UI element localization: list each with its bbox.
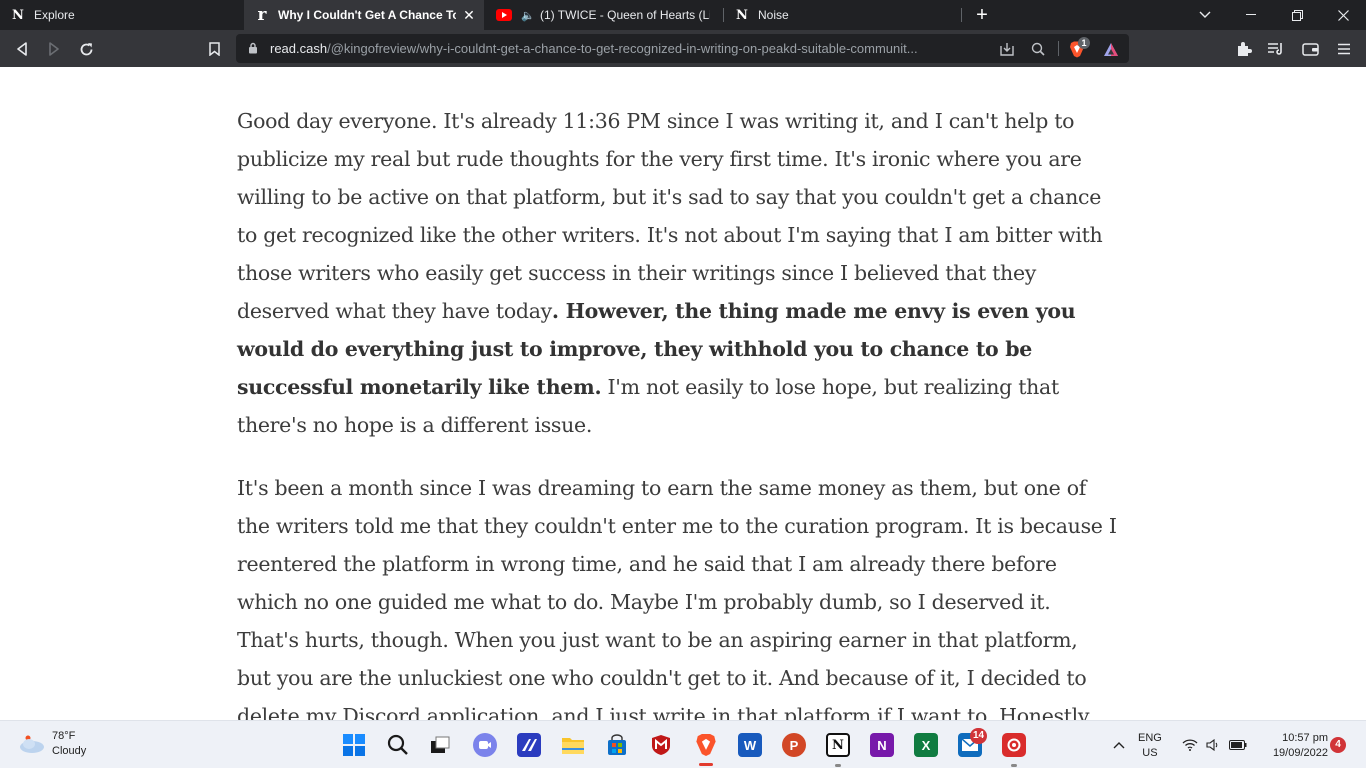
taskbar: 78°F Cloudy W P N N X 14 ENG US 10:57 pm… xyxy=(0,720,1366,768)
youtube-icon xyxy=(496,7,512,23)
active-app-indicator xyxy=(699,763,713,766)
clock-time: 10:57 pm xyxy=(1282,732,1328,744)
cloud-icon xyxy=(20,735,44,753)
volume-icon[interactable] xyxy=(1205,737,1223,753)
back-button[interactable] xyxy=(11,38,33,60)
powerpoint-icon[interactable]: P xyxy=(782,733,806,757)
start-icon[interactable] xyxy=(342,733,366,757)
tab-youtube[interactable]: 🔈 (1) TWICE - Queen of Hearts (Line xyxy=(486,0,722,30)
notification-badge[interactable]: 4 xyxy=(1330,737,1346,753)
tab-label: Why I Couldn't Get A Chance To G xyxy=(278,8,456,22)
shield-count-badge: 1 xyxy=(1078,37,1090,49)
language-indicator[interactable]: ENG US xyxy=(1138,731,1162,761)
wifi-icon[interactable] xyxy=(1181,737,1199,753)
tab-label: (1) TWICE - Queen of Hearts (Line xyxy=(540,8,710,22)
tab-explore[interactable]: N Explore xyxy=(0,0,242,30)
file-explorer-icon[interactable] xyxy=(561,733,585,757)
tab-strip: N Explore r Why I Couldn't Get A Chance … xyxy=(0,0,1366,30)
running-app-indicator xyxy=(1011,764,1017,767)
wallet-icon[interactable] xyxy=(1299,38,1321,60)
tab-search-icon[interactable] xyxy=(1182,0,1228,30)
brave-rewards-icon[interactable] xyxy=(1102,40,1120,58)
install-app-icon[interactable] xyxy=(998,40,1016,58)
article-body: Good day everyone. It's already 11:36 PM… xyxy=(237,102,1117,720)
store-icon[interactable] xyxy=(605,733,629,757)
word-icon[interactable]: W xyxy=(738,733,762,757)
forward-button[interactable] xyxy=(43,38,65,60)
omnibox-divider xyxy=(1058,41,1059,56)
notion-icon: N xyxy=(736,7,748,23)
tab-separator xyxy=(961,8,962,22)
weather-temp: 78°F xyxy=(52,730,76,742)
bookmark-icon[interactable] xyxy=(203,38,225,60)
paragraph-text: Good day everyone. It's already 11:36 PM… xyxy=(237,109,1103,323)
tab-label: Noise xyxy=(758,8,789,22)
recorder-icon[interactable] xyxy=(1002,733,1026,757)
tab-noise[interactable]: N Noise xyxy=(724,0,960,30)
readcash-icon: r xyxy=(257,5,267,25)
mail-badge: 14 xyxy=(970,728,988,744)
url-text[interactable]: read.cash/@kingofreview/why-i-couldnt-ge… xyxy=(270,41,990,56)
tab-article[interactable]: r Why I Couldn't Get A Chance To G ✕ xyxy=(244,0,484,30)
close-tab-icon[interactable]: ✕ xyxy=(462,8,476,22)
article-paragraph: It's been a month since I was dreaming t… xyxy=(237,476,1117,720)
page-content: Good day everyone. It's already 11:36 PM… xyxy=(0,67,1366,720)
language-code: ENG xyxy=(1138,732,1162,744)
mcafee-icon[interactable] xyxy=(649,733,673,757)
onenote-icon[interactable]: N xyxy=(870,733,894,757)
weather-desc: Cloudy xyxy=(52,745,87,757)
notion-icon[interactable]: N xyxy=(826,733,850,757)
menu-icon[interactable] xyxy=(1333,38,1355,60)
new-tab-button[interactable]: + xyxy=(972,5,992,25)
weather-widget[interactable]: 78°F Cloudy xyxy=(18,729,86,759)
media-queue-icon[interactable] xyxy=(1264,38,1286,60)
tab-label: Explore xyxy=(34,8,75,22)
browser-toolbar: read.cash/@kingofreview/why-i-couldnt-ge… xyxy=(0,30,1366,67)
url-path: /@kingofreview/why-i-couldnt-get-a-chanc… xyxy=(327,41,918,56)
zoom-icon[interactable] xyxy=(1029,40,1047,58)
clock-date: 19/09/2022 xyxy=(1272,747,1328,759)
region-code: US xyxy=(1142,747,1158,759)
battery-icon[interactable] xyxy=(1229,737,1247,753)
chat-icon[interactable] xyxy=(473,733,497,757)
brave-shields-icon[interactable]: 1 xyxy=(1068,37,1090,58)
lock-icon[interactable] xyxy=(248,42,258,54)
app-icon[interactable] xyxy=(517,733,541,757)
excel-icon[interactable]: X xyxy=(914,733,938,757)
address-bar[interactable]: read.cash/@kingofreview/why-i-couldnt-ge… xyxy=(236,34,1129,63)
task-view-icon[interactable] xyxy=(428,733,452,757)
restore-button[interactable] xyxy=(1274,0,1320,30)
reload-button[interactable] xyxy=(75,38,97,60)
running-app-indicator xyxy=(835,764,841,767)
article-paragraph: Good day everyone. It's already 11:36 PM… xyxy=(237,102,1117,444)
clock[interactable]: 10:57 pm 19/09/2022 xyxy=(1258,731,1328,761)
chevron-up-icon[interactable] xyxy=(1110,737,1128,753)
close-window-button[interactable] xyxy=(1320,0,1366,30)
url-host: read.cash xyxy=(270,41,328,56)
extensions-icon[interactable] xyxy=(1233,38,1255,60)
minimize-button[interactable] xyxy=(1228,0,1274,30)
notion-icon: N xyxy=(12,7,24,23)
speaker-icon[interactable]: 🔈 xyxy=(520,7,536,23)
search-icon[interactable] xyxy=(386,733,410,757)
brave-browser-icon[interactable] xyxy=(694,733,718,757)
